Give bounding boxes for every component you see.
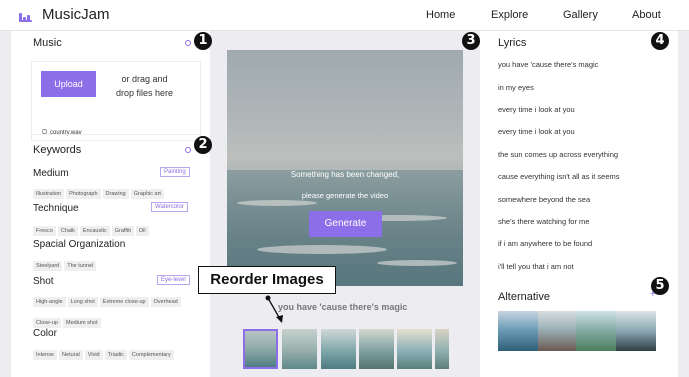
lyric-line[interactable]: somewhere beyond the sea	[498, 195, 590, 204]
upload-dropzone[interactable]: Upload or drag and drop files here count…	[31, 61, 201, 141]
alternative-image[interactable]	[616, 311, 656, 351]
section-divider	[31, 134, 201, 135]
shot-option[interactable]: Long shot	[67, 297, 98, 307]
alternative-images	[498, 311, 656, 351]
brand-name: MusicJam	[42, 6, 110, 23]
technique-option[interactable]: Chalk	[57, 226, 78, 236]
shot-title: Shot	[33, 276, 54, 287]
drop-hint-line-1: or drag and	[121, 74, 168, 84]
artwork-veil	[227, 50, 463, 286]
color-option[interactable]: Complementary	[128, 350, 174, 360]
upload-button[interactable]: Upload	[41, 71, 96, 97]
color-option[interactable]: Vivid	[84, 350, 103, 360]
alternative-image[interactable]	[576, 311, 618, 351]
lyric-line[interactable]: you have 'cause there's magic	[498, 60, 598, 69]
medium-option[interactable]: Photograph	[66, 189, 101, 199]
shot-options: High-angle Long shot Extreme close-up Overh…	[33, 290, 198, 332]
shot-option[interactable]: Close-up	[33, 318, 62, 328]
keywords-info-icon[interactable]	[185, 147, 191, 153]
lyric-line[interactable]: every time i look at you	[498, 105, 575, 114]
technique-option[interactable]: Fresco	[33, 226, 56, 236]
drop-hint-line-2: drop files here	[115, 88, 174, 98]
medium-option[interactable]: Illustration	[33, 189, 65, 199]
reorder-images-label: Reorder Images	[198, 266, 336, 294]
color-option[interactable]: Netural	[59, 350, 83, 360]
lyric-line[interactable]: cause everything isn't all as it seems	[498, 172, 620, 181]
shot-selected-badge[interactable]: Eye-level	[157, 275, 190, 285]
technique-options: Fresco Chalk Encaustic Graffiti Oil	[33, 219, 198, 240]
nav-explore[interactable]: Explore	[491, 9, 528, 21]
shot-option[interactable]: High-angle	[33, 297, 66, 307]
spacial-option[interactable]: The tunnel	[64, 261, 97, 271]
annotation-marker-5: 5	[651, 277, 669, 295]
file-name: country.wav	[50, 130, 82, 136]
thumbnail[interactable]	[321, 329, 356, 369]
lyric-line[interactable]: i'll tell you that i am not	[498, 262, 574, 271]
annotation-marker-4: 4	[651, 32, 669, 50]
alternative-image[interactable]	[498, 311, 540, 351]
music-info-icon[interactable]	[185, 40, 191, 46]
medium-option[interactable]: Drawing	[102, 189, 129, 199]
shot-option[interactable]: Extreme close-up	[99, 297, 149, 307]
music-logo-icon	[19, 8, 33, 22]
medium-options: Illustration Photograph Drawing Graphic art	[33, 182, 198, 203]
medium-option[interactable]: Graphic art	[130, 189, 164, 199]
medium-title: Medium	[33, 168, 69, 179]
center-panel: Something has been changed, please gener…	[210, 31, 480, 377]
technique-option[interactable]: Encaustic	[79, 226, 110, 236]
generated-artwork[interactable]: Something has been changed, please gener…	[227, 50, 463, 286]
color-title: Color	[33, 328, 57, 339]
thumbnail[interactable]	[397, 329, 432, 369]
thumbnail[interactable]	[282, 329, 317, 369]
lyric-line[interactable]: if i am anywhere to be found	[498, 239, 592, 248]
medium-selected-badge[interactable]: Painting	[160, 167, 190, 177]
thumbnail[interactable]	[435, 329, 449, 369]
status-message-1: Something has been changed,	[290, 170, 400, 179]
color-option[interactable]: Triadic	[104, 350, 127, 360]
technique-title: Technique	[33, 203, 79, 214]
alternative-section-title: Alternative	[498, 291, 550, 303]
technique-option[interactable]: Graffiti	[111, 226, 134, 236]
spacial-options: Steelyard The tunnel	[33, 254, 198, 275]
lyric-line[interactable]: in my eyes	[498, 83, 534, 92]
right-panel: Lyrics you have 'cause there's magic in …	[480, 31, 678, 377]
nav-about[interactable]: About	[632, 9, 661, 21]
drop-hint: or drag and drop files here	[112, 72, 177, 100]
lyric-line[interactable]: every time i look at you	[498, 127, 575, 136]
thumbnail-selected[interactable]	[243, 329, 278, 369]
lyric-line[interactable]: the sun comes up across everything	[498, 150, 618, 159]
annotation-marker-3: 3	[462, 32, 480, 50]
alternative-image[interactable]	[538, 311, 578, 351]
lyrics-section-title: Lyrics	[498, 37, 527, 49]
top-bar: MusicJam Home Explore Gallery About	[0, 0, 689, 31]
spacial-title: Spacial Organization	[33, 239, 126, 250]
keywords-section-title: Keywords	[33, 144, 82, 156]
annotation-marker-1: 1	[194, 32, 212, 50]
spacial-option[interactable]: Steelyard	[33, 261, 63, 271]
music-section-title: Music	[33, 37, 62, 49]
generate-button[interactable]: Generate	[309, 211, 382, 237]
status-message-2: please generate the video	[301, 191, 389, 200]
shot-option[interactable]: Medium shot	[63, 318, 101, 328]
lyric-line[interactable]: she's there watching for me	[498, 217, 589, 226]
frame-caption: you have 'cause there's magic	[278, 302, 408, 312]
technique-option[interactable]: Oil	[135, 226, 149, 236]
color-option[interactable]: Intense	[33, 350, 58, 360]
nav-gallery[interactable]: Gallery	[563, 9, 598, 21]
left-panel: Music Upload or drag and drop files here…	[11, 31, 210, 377]
thumbnail[interactable]	[359, 329, 394, 369]
annotation-marker-2: 2	[194, 136, 212, 154]
technique-selected-badge[interactable]: Watercolor	[151, 202, 188, 212]
nav-home[interactable]: Home	[426, 9, 455, 21]
frame-thumbnails	[243, 329, 449, 369]
shot-option[interactable]: Overhead	[150, 297, 181, 307]
color-options: Intense Netural Vivid Triadic Complementary	[33, 343, 198, 364]
